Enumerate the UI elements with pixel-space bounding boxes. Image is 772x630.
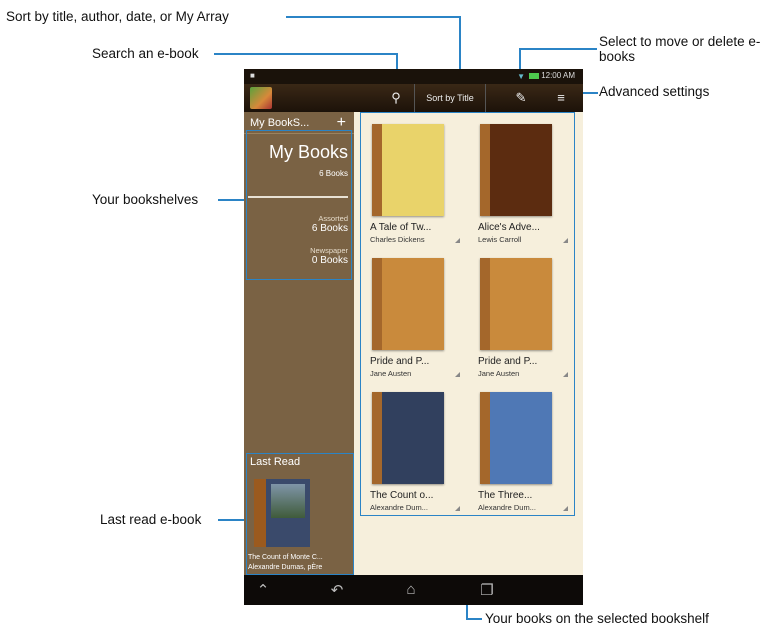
callout-last-read: Last read e-book	[100, 512, 202, 527]
callout-last-read-line	[218, 519, 246, 521]
app-logo-icon[interactable]	[250, 87, 272, 109]
back-icon: ↶	[330, 582, 344, 599]
callout-bookshelves: Your bookshelves	[92, 192, 199, 207]
action-bar: ⚲ Sort by Title ✎ ≡	[244, 84, 583, 112]
nav-recent-apps-button[interactable]: ❐	[472, 581, 502, 599]
sort-button[interactable]: Sort by Title	[414, 84, 486, 112]
callout-search: Search an e-book	[92, 46, 199, 61]
callout-select: Select to move or delete e-books	[599, 34, 761, 64]
chevron-up-icon: ⌃	[256, 582, 270, 599]
callout-search-line	[214, 53, 397, 55]
nav-home-button[interactable]: ⌂	[396, 581, 426, 598]
callout-bookshelves-line	[218, 199, 246, 201]
pencil-icon: ✎	[515, 90, 527, 105]
callout-advanced: Advanced settings	[599, 84, 710, 99]
recent-apps-icon: ❐	[480, 582, 494, 599]
callout-books-shelf-line	[466, 618, 482, 620]
battery-icon	[529, 73, 539, 79]
status-bar: ■ ▼ 12:00 AM	[244, 69, 583, 84]
notification-icon: ■	[250, 71, 255, 80]
search-button[interactable]: ⚲	[384, 84, 408, 112]
search-icon: ⚲	[391, 90, 401, 105]
advanced-settings-button[interactable]: ≡	[548, 84, 574, 112]
sidebar-header-label[interactable]: My BookS...	[250, 117, 309, 129]
nav-menu-button[interactable]: ⌃	[248, 581, 278, 599]
menu-icon: ≡	[557, 90, 565, 105]
bookshelves-highlight-frame	[246, 130, 352, 280]
select-edit-button[interactable]: ✎	[508, 84, 534, 112]
callout-books-shelf: Your books on the selected bookshelf	[485, 611, 709, 626]
books-highlight-frame	[360, 112, 575, 516]
status-time: 12:00 AM	[541, 71, 575, 80]
callout-sort-line	[286, 16, 460, 18]
callout-select-line	[519, 48, 597, 50]
wifi-icon: ▼	[517, 72, 525, 81]
navigation-bar: ⌃ ↶ ⌂ ❐	[244, 575, 583, 605]
nav-back-button[interactable]: ↶	[322, 581, 352, 599]
callout-sort: Sort by title, author, date, or My Array	[6, 9, 229, 24]
home-icon: ⌂	[406, 581, 416, 598]
last-read-highlight-frame	[246, 453, 354, 575]
